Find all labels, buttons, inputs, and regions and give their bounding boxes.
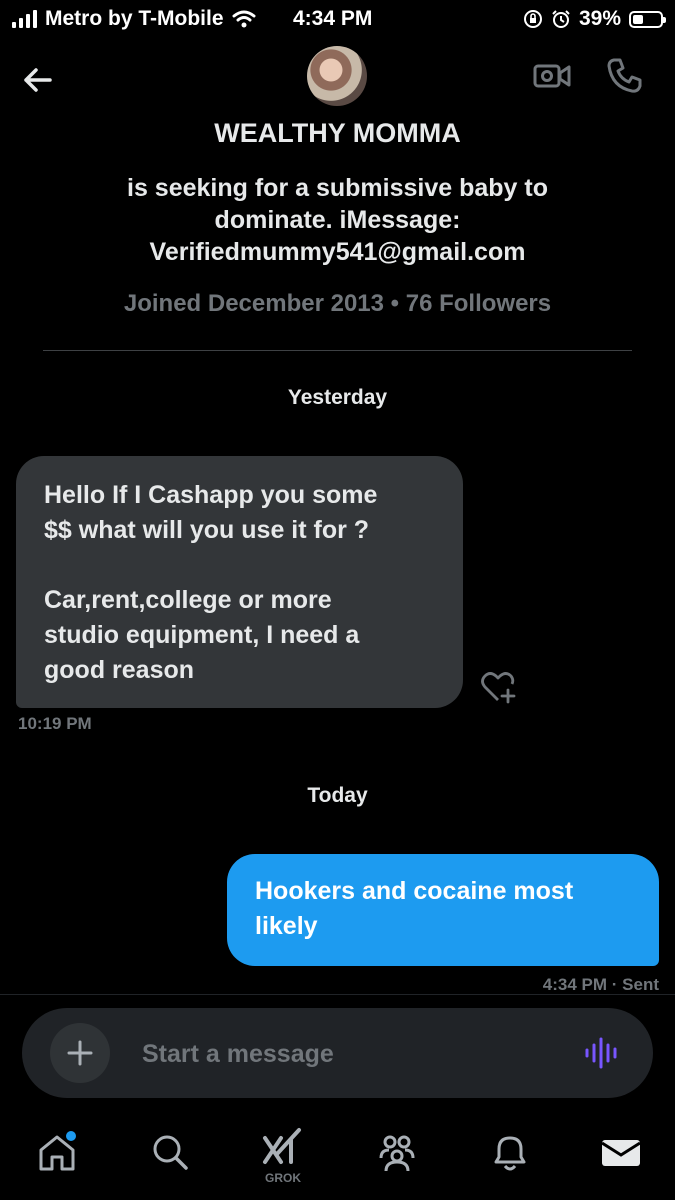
battery-icon — [629, 10, 666, 28]
day-label-yesterday: Yesterday — [287, 386, 388, 409]
heart-add-icon[interactable] — [480, 670, 516, 704]
communities-icon[interactable] — [375, 1130, 419, 1174]
contact-name[interactable]: WEALTHY MOMMA — [0, 118, 675, 149]
messages-envelope-icon[interactable] — [599, 1130, 643, 1174]
grok-label: GROK — [265, 1171, 301, 1185]
profile-bio: is seeking for a submissive baby to domi… — [60, 172, 615, 268]
message-input[interactable] — [140, 1036, 544, 1072]
voice-message-icon[interactable] — [584, 1036, 620, 1070]
composer-divider — [0, 994, 675, 995]
incoming-message-time: 10:19 PM — [18, 714, 92, 733]
orientation-lock-icon — [523, 10, 542, 28]
outgoing-message-status: 4:34 PM · Sent — [542, 975, 659, 994]
joined-info: Joined December 2013 • 76 Followers — [123, 290, 552, 317]
grok-icon[interactable] — [261, 1124, 305, 1168]
divider — [43, 350, 632, 351]
carrier-label: Metro by T-Mobile — [45, 7, 224, 30]
bio-line: is seeking for a submissive baby to — [127, 174, 548, 202]
battery-label: 39% — [578, 7, 621, 30]
add-attachment-button[interactable] — [50, 1023, 110, 1083]
outgoing-message-text: Hookers and cocaine most likely — [255, 877, 574, 940]
video-call-icon[interactable] — [532, 58, 572, 94]
day-label-today: Today — [307, 784, 368, 807]
contact-avatar[interactable] — [307, 46, 367, 106]
plus-icon — [67, 1040, 93, 1066]
alarm-icon — [552, 10, 570, 28]
status-right: 39% — [523, 7, 666, 31]
back-arrow-icon[interactable] — [18, 60, 58, 100]
conversation-header: WEALTHY MOMMA — [0, 38, 675, 164]
incoming-message-text: Hello If I Cashapp you some $$ what will… — [44, 481, 378, 684]
message-composer — [22, 1008, 653, 1098]
status-time: 4:34 PM — [293, 7, 373, 30]
phone-call-icon[interactable] — [604, 56, 644, 96]
bio-line: dominate. iMessage: — [214, 206, 461, 234]
outgoing-message-bubble[interactable]: Hookers and cocaine most likely — [227, 854, 659, 966]
bottom-tab-bar: GROK — [0, 1110, 675, 1200]
search-icon[interactable] — [148, 1130, 192, 1174]
wifi-icon — [232, 10, 255, 28]
incoming-message-bubble[interactable]: Hello If I Cashapp you some $$ what will… — [16, 456, 463, 708]
signal-icon — [12, 10, 37, 28]
bio-line: Verifiedmummy541@gmail.com — [149, 238, 526, 266]
status-bar: Metro by T-Mobile 4:34 PM 39% — [0, 0, 675, 38]
home-icon[interactable] — [35, 1130, 79, 1174]
status-left: Metro by T-Mobile — [12, 7, 256, 31]
notifications-bell-icon[interactable] — [488, 1130, 532, 1174]
